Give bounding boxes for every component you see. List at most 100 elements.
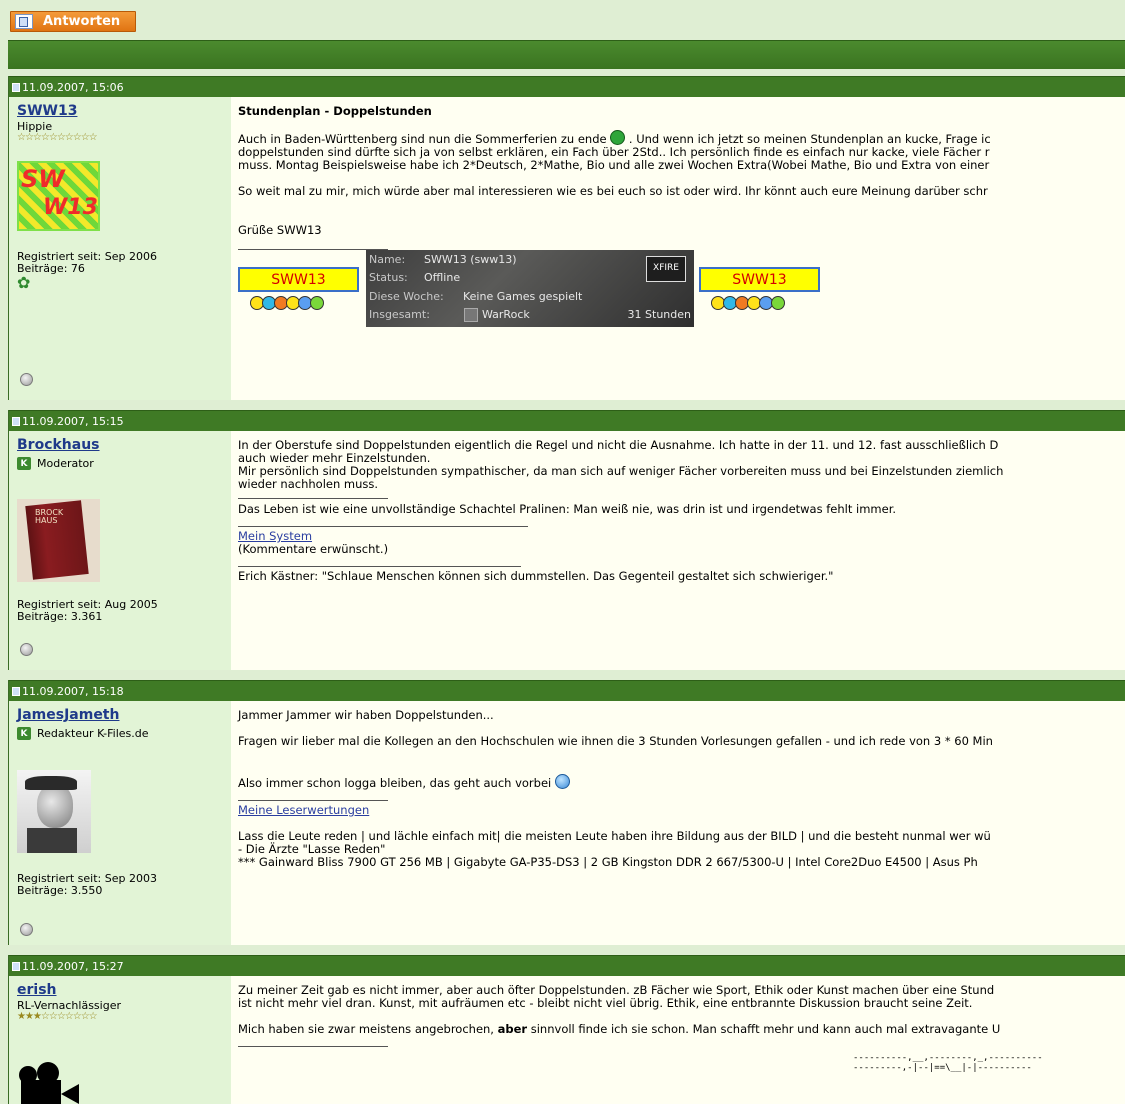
post-text: Auch in Baden-Württenberg sind nun die S… bbox=[238, 132, 607, 146]
clover-icon: ✿ bbox=[17, 273, 31, 292]
post-text: Fragen wir lieber mal die Kollegen an de… bbox=[238, 734, 993, 748]
offline-status-icon bbox=[20, 643, 33, 656]
username-link[interactable]: Brockhaus bbox=[17, 437, 100, 453]
post-icon bbox=[12, 416, 20, 426]
user-panel: JamesJameth K Redakteur K-Files.de Regis… bbox=[9, 701, 231, 945]
post-header: 11.09.2007, 15:15 bbox=[9, 410, 1125, 431]
signature-text: (Kommentare erwünscht.) bbox=[238, 542, 389, 556]
post-text: Mich haben sie zwar meistens angebrochen… bbox=[238, 1022, 494, 1036]
xfire-logo: XFIRE bbox=[646, 256, 686, 282]
post-text: wieder nachholen muss. bbox=[238, 477, 379, 491]
post-header: 11.09.2007, 15:27 bbox=[9, 955, 1125, 976]
smiley-row bbox=[711, 296, 785, 318]
avatar-text: BROCK HAUS bbox=[35, 508, 64, 525]
ascii-art: ----------,__,--------,_,---------- bbox=[853, 1053, 1043, 1063]
top-toolbar: Antworten bbox=[0, 0, 1125, 40]
my-system-link[interactable]: Mein System bbox=[238, 529, 312, 543]
signature-text: Erich Kästner: "Schlaue Menschen können … bbox=[238, 569, 834, 583]
post: 11.09.2007, 15:15 Brockhaus K Moderator … bbox=[8, 410, 1125, 670]
reply-button[interactable]: Antworten bbox=[10, 11, 136, 32]
smiley-row bbox=[250, 296, 324, 318]
user-rank: Moderator bbox=[37, 457, 94, 470]
post-text: . Und wenn ich jetzt so meinen Stundenpl… bbox=[628, 132, 991, 146]
signature-text: *** Gainward Bliss 7900 GT 256 MB | Giga… bbox=[238, 855, 978, 869]
post-title: Stundenplan - Doppelstunden bbox=[238, 104, 432, 118]
avatar: SW W13 bbox=[17, 161, 100, 231]
smiley-icon bbox=[610, 130, 626, 145]
avatar-text: SW bbox=[21, 165, 65, 193]
username-link[interactable]: SWW13 bbox=[17, 103, 77, 119]
user-rank: Redakteur K-Files.de bbox=[37, 727, 149, 740]
user-stats: Registriert seit: Sep 2006 Beiträge: 76 bbox=[17, 251, 157, 275]
editor-badge: K Redakteur K-Files.de bbox=[17, 727, 149, 740]
avatar-text: W13 bbox=[43, 195, 98, 220]
signature-divider bbox=[238, 800, 388, 801]
post: 11.09.2007, 15:18 JamesJameth K Redakteu… bbox=[8, 680, 1125, 945]
xfire-value: SWW13 (sww13) bbox=[424, 253, 517, 266]
post-date: 11.09.2007, 15:18 bbox=[22, 684, 124, 698]
post-content: Jammer Jammer wir haben Doppelstunden...… bbox=[231, 701, 1125, 945]
offline-status-icon bbox=[20, 923, 33, 936]
post-text: Jammer Jammer wir haben Doppelstunden... bbox=[238, 708, 494, 722]
post-count: Beiträge: 76 bbox=[17, 262, 85, 275]
moderator-icon: K bbox=[17, 457, 31, 470]
xfire-label: Status: bbox=[369, 271, 408, 284]
post: 11.09.2007, 15:06 SWW13 Hippie ☆☆☆☆☆☆☆☆☆… bbox=[8, 76, 1125, 400]
camera-avatar bbox=[17, 1060, 89, 1104]
post-header: 11.09.2007, 15:18 bbox=[9, 680, 1125, 701]
signature-divider bbox=[238, 566, 521, 567]
rank-stars: ★★★☆☆☆☆☆☆☆ bbox=[17, 1011, 98, 1022]
reply-label: Antworten bbox=[43, 14, 121, 29]
post-icon bbox=[12, 686, 20, 696]
post-content: Zu meiner Zeit gab es nicht immer, aber … bbox=[231, 976, 1125, 1104]
avatar: BROCK HAUS bbox=[17, 499, 100, 582]
post-count: Beiträge: 3.550 bbox=[17, 884, 103, 897]
user-panel: SWW13 Hippie ☆☆☆☆☆☆☆☆☆☆ SW W13 Registrie… bbox=[9, 97, 231, 400]
xfire-label: Name: bbox=[369, 253, 406, 266]
post-content: Stundenplan - Doppelstunden Auch in Bade… bbox=[231, 97, 1125, 400]
post-icon bbox=[12, 82, 20, 92]
offline-status-icon bbox=[20, 373, 33, 386]
username-link[interactable]: JamesJameth bbox=[17, 707, 119, 723]
user-panel: Brockhaus K Moderator BROCK HAUS Registr… bbox=[9, 431, 231, 670]
post-text: ist nicht mehr viel dran. Kunst, mit auf… bbox=[238, 996, 973, 1010]
post-text: So weit mal zu mir, mich würde aber mal … bbox=[238, 184, 988, 198]
post: 11.09.2007, 15:27 erish RL-Vernachlässig… bbox=[8, 955, 1125, 1104]
post-content: In der Oberstufe sind Doppelstunden eige… bbox=[231, 431, 1125, 670]
post-text-bold: aber bbox=[497, 1022, 528, 1036]
xfire-value: 31 Stunden bbox=[627, 308, 691, 321]
post-text: muss. Montag Beispielsweise habe ich 2*D… bbox=[238, 158, 990, 172]
user-stats: Registriert seit: Sep 2003 Beiträge: 3.5… bbox=[17, 873, 157, 897]
post-date: 11.09.2007, 15:27 bbox=[22, 959, 124, 973]
xfire-value: Keine Games gespielt bbox=[463, 290, 583, 303]
username-link[interactable]: erish bbox=[17, 982, 57, 998]
thread-header-bar bbox=[8, 40, 1125, 69]
signature-banner: SWW13 bbox=[699, 267, 820, 292]
smiley-icon bbox=[554, 774, 570, 789]
signature-divider bbox=[238, 1046, 388, 1047]
signature-banner: SWW13 bbox=[238, 267, 359, 292]
xfire-label: Diese Woche: bbox=[369, 290, 444, 303]
signature: SWW13 Name: SWW13 (sww13) Status: Offlin… bbox=[238, 250, 1125, 333]
signature-text: Das Leben ist wie eine unvollständige Sc… bbox=[238, 502, 897, 516]
rank-stars: ☆☆☆☆☆☆☆☆☆☆ bbox=[17, 132, 98, 143]
post-text: Grüße SWW13 bbox=[238, 223, 322, 237]
xfire-value: Offline bbox=[424, 271, 461, 284]
avatar bbox=[17, 770, 91, 853]
post-icon bbox=[12, 961, 20, 971]
game-icon bbox=[464, 308, 478, 323]
signature-divider bbox=[238, 498, 388, 499]
reply-icon bbox=[15, 14, 33, 29]
ascii-art: ---------,-|--|==\__|-|---------- bbox=[853, 1063, 1032, 1073]
editor-icon: K bbox=[17, 727, 31, 740]
post-header: 11.09.2007, 15:06 bbox=[9, 76, 1125, 97]
signature-divider bbox=[238, 526, 528, 527]
xfire-widget[interactable]: Name: SWW13 (sww13) Status: Offline Dies… bbox=[366, 250, 694, 327]
post-text: sinnvoll finde ich sie schon. Man schaff… bbox=[530, 1022, 1001, 1036]
post-date: 11.09.2007, 15:06 bbox=[22, 80, 124, 94]
user-stats: Registriert seit: Aug 2005 Beiträge: 3.3… bbox=[17, 599, 158, 623]
post-text: Also immer schon logga bleiben, das geht… bbox=[238, 776, 552, 790]
reader-ratings-link[interactable]: Meine Leserwertungen bbox=[238, 803, 369, 817]
moderator-badge: K Moderator bbox=[17, 457, 94, 470]
user-panel: erish RL-Vernachlässiger ★★★☆☆☆☆☆☆☆ bbox=[9, 976, 231, 1104]
